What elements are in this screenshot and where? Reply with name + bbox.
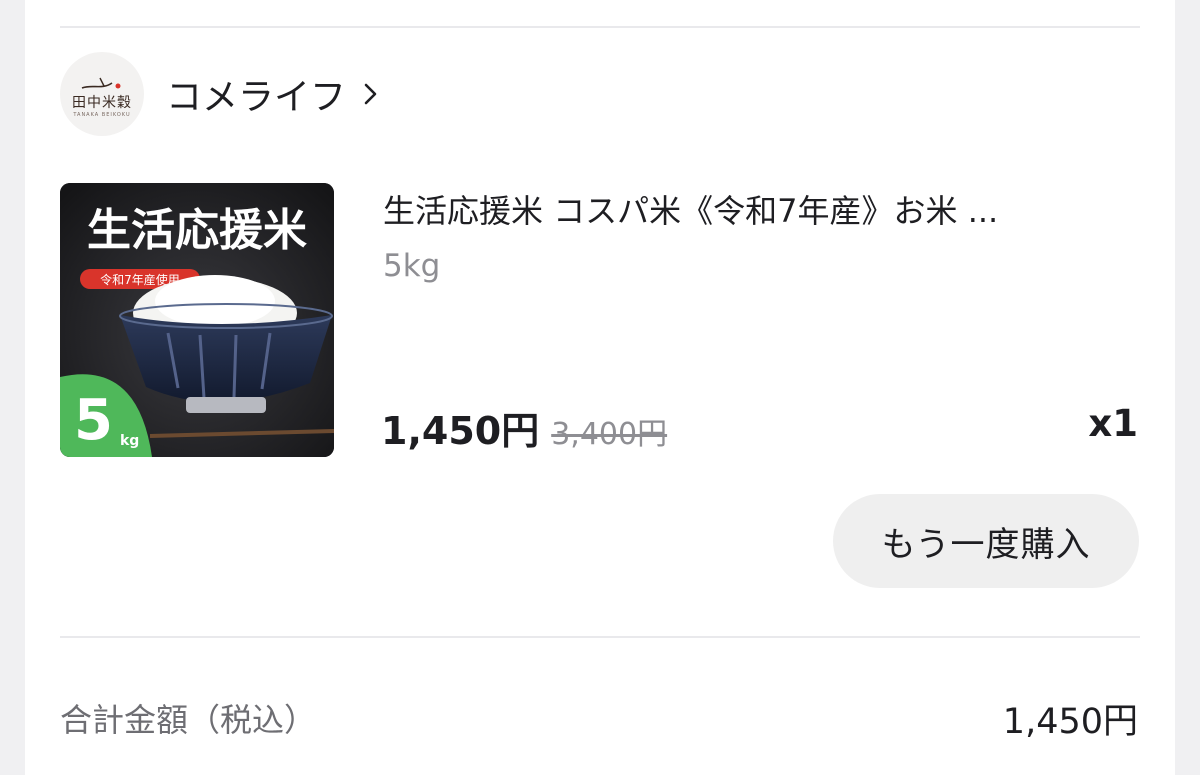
shop-logo: 田中米穀 TANAKA BEIKOKU <box>60 52 144 136</box>
total-label: 合計金額（税込） <box>60 701 317 739</box>
quantity: x1 <box>1088 402 1138 445</box>
shop-name: コメライフ <box>166 77 347 118</box>
divider <box>60 636 1140 638</box>
shop-header[interactable]: 田中米穀 TANAKA BEIKOKU コメライフ <box>60 52 384 136</box>
product-title[interactable]: 生活応援米 コスパ米《令和7年産》お米 ... <box>383 186 1143 232</box>
divider <box>60 26 1140 28</box>
image-weight-unit: kg <box>120 433 139 449</box>
original-price: 3,400円 <box>551 417 668 452</box>
product-image[interactable]: 生活応援米 令和7年産使用 5 kg <box>60 183 334 457</box>
logo-subtext: TANAKA BEIKOKU <box>73 112 131 118</box>
total-value: 1,450円 <box>1002 702 1138 742</box>
buy-again-button[interactable]: もう一度購入 <box>833 494 1139 588</box>
current-price: 1,450円 <box>381 409 540 453</box>
image-headline: 生活応援米 <box>87 205 307 256</box>
product-variant: 5kg <box>383 248 441 284</box>
shop-name-link[interactable]: コメライフ <box>166 68 384 120</box>
order-card: 田中米穀 TANAKA BEIKOKU コメライフ 生活応援米 令和7年産使用 … <box>25 0 1175 775</box>
chevron-right-icon <box>364 83 377 105</box>
price-row: 1,450円 3,400円 <box>381 400 667 455</box>
logo-brush-icon <box>81 77 121 89</box>
logo-text: 田中米穀 <box>72 95 132 111</box>
rice-product-photo: 生活応援米 令和7年産使用 5 kg <box>60 183 334 457</box>
image-weight-number: 5 <box>74 388 113 453</box>
order-detail-page: 田中米穀 TANAKA BEIKOKU コメライフ 生活応援米 令和7年産使用 … <box>0 0 1200 775</box>
